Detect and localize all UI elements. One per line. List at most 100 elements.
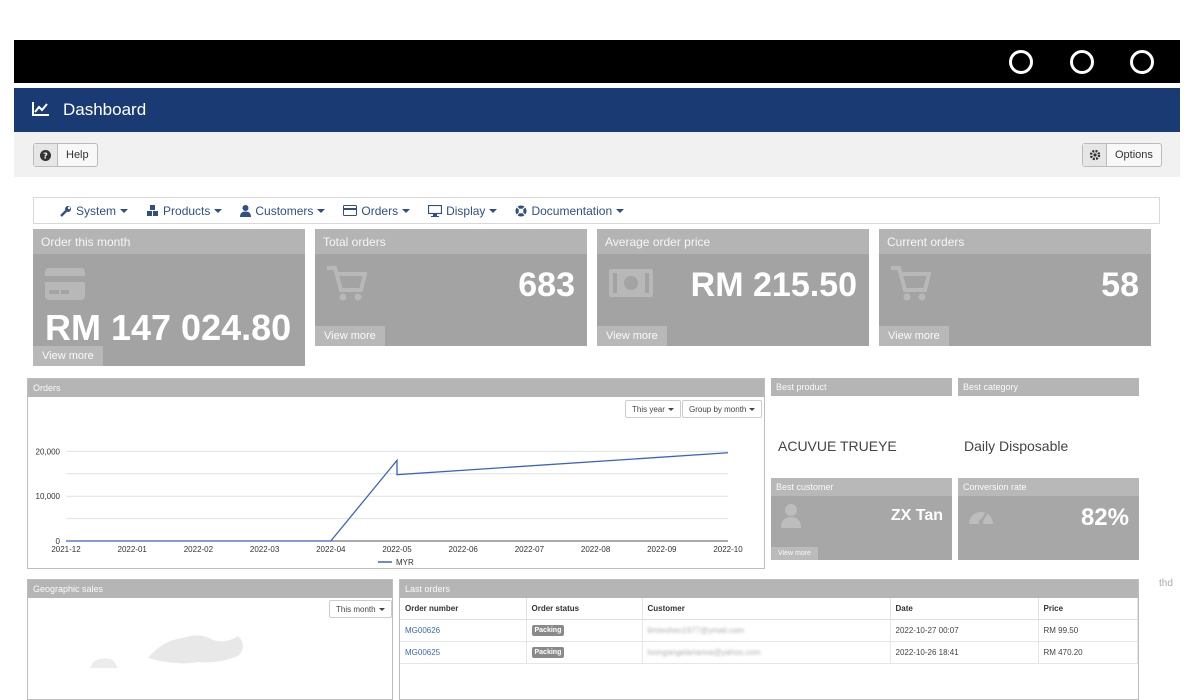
x-tick-label: 2022-09 <box>647 545 677 554</box>
table-row[interactable]: MG00626 Packing limteoheo1977@ymail.com … <box>400 619 1138 642</box>
side-fragment-text: thd <box>1159 578 1173 589</box>
help-label: Help <box>66 149 89 161</box>
conversion-rate-panel: Conversion rate 82% <box>958 478 1139 560</box>
stat-value: RM 215.50 <box>690 266 857 304</box>
column-header[interactable]: Price <box>1038 598 1138 620</box>
order-number-link[interactable]: MG00625 <box>405 648 440 657</box>
shopping-cart-icon <box>891 266 931 301</box>
order-date: 2022-10-26 18:41 <box>890 641 1039 664</box>
world-map <box>90 635 243 668</box>
window-top-bar <box>14 40 1180 83</box>
help-button[interactable]: ? Help <box>33 143 98 167</box>
stat-value: 58 <box>1101 266 1139 304</box>
x-tick-label: 2022-07 <box>515 545 545 554</box>
panel-title: Last orders <box>400 580 1138 598</box>
wrench-icon <box>60 205 71 217</box>
window-control-circle[interactable] <box>1070 50 1094 74</box>
dashboard-header: Dashboard <box>14 88 1180 132</box>
table-row[interactable]: MG00625 Packing loongangelarianna@yahoo.… <box>400 641 1138 664</box>
window-control-circle[interactable] <box>1130 50 1154 74</box>
nav-customers[interactable]: Customers <box>240 204 326 218</box>
tile-title: Order this month <box>33 229 305 254</box>
series-line <box>66 452 729 542</box>
order-date: 2022-10-27 00:07 <box>890 619 1039 642</box>
credit-card-icon <box>45 268 85 300</box>
tile-title: Average order price <box>597 229 869 254</box>
x-tick-label: 2022-02 <box>184 545 214 554</box>
status-badge: Packing <box>531 646 565 658</box>
gear-icon <box>1083 144 1107 166</box>
x-tick-label: 2021-12 <box>51 545 81 554</box>
user-icon <box>240 204 252 217</box>
x-tick-label: 2022-03 <box>250 545 280 554</box>
view-more-link[interactable]: View more <box>315 326 385 346</box>
best-category-panel: Best category Daily Disposable <box>958 378 1139 474</box>
best-category-value: Daily Disposable <box>964 438 1069 454</box>
nav-display[interactable]: Display <box>428 204 498 218</box>
tile-title: Total orders <box>315 229 587 254</box>
panel-title: Geographic sales <box>28 580 392 598</box>
order-price: RM 470.20 <box>1038 641 1138 664</box>
column-header[interactable]: Customer <box>642 598 891 620</box>
order-number-link[interactable]: MG00626 <box>405 626 440 635</box>
money-bill-icon <box>609 269 653 297</box>
best-product-value: ACUVUE TRUEYE <box>778 438 897 454</box>
stat-order-this-month: Order this month RM 147 024.80 View more <box>33 229 305 366</box>
nav-orders[interactable]: Orders <box>343 204 411 218</box>
cubes-icon <box>147 204 159 216</box>
column-header[interactable]: Date <box>890 598 1039 620</box>
life-ring-icon <box>515 205 527 216</box>
view-more-link[interactable]: View more <box>33 346 103 366</box>
panel-title: Conversion rate <box>958 478 1139 496</box>
shopping-cart-icon <box>327 266 367 301</box>
nav-system[interactable]: System <box>60 204 129 218</box>
window-control-circle[interactable] <box>1009 50 1033 74</box>
geo-range-select-button[interactable]: This month <box>329 600 392 618</box>
nav-documentation[interactable]: Documentation <box>515 204 625 218</box>
last-orders-table: Order number Order status Customer Date … <box>400 598 1138 664</box>
y-tick-label: 20,000 <box>36 447 61 456</box>
view-more-link[interactable]: View more <box>597 326 667 346</box>
x-tick-label: 2022-05 <box>382 545 412 554</box>
column-header[interactable]: Order status <box>526 598 643 620</box>
options-button[interactable]: Options <box>1082 143 1162 167</box>
desktop-icon <box>428 204 443 217</box>
line-chart-icon <box>32 102 49 116</box>
view-more-link[interactable]: View more <box>771 547 818 560</box>
orders-panel: Orders This year Group by month 0 10,000 2… <box>27 378 765 569</box>
x-tick-label: 2022-08 <box>581 545 611 554</box>
credit-card-icon <box>343 205 358 216</box>
tile-title: Current orders <box>879 229 1151 254</box>
page-title: Dashboard <box>63 100 147 119</box>
customer-email: limteoheo1977@ymail.com <box>647 625 745 635</box>
options-label: Options <box>1115 149 1153 161</box>
stat-current-orders: Current orders 58 View more <box>879 229 1151 346</box>
panel-title: Best customer <box>771 478 952 496</box>
stat-total-orders: Total orders 683 View more <box>315 229 587 346</box>
orders-line-chart: 010,00020,0002021-12 2022-01 2022-02 2022-0… <box>36 447 744 567</box>
nav-products[interactable]: Products <box>146 204 223 218</box>
stat-value: 683 <box>518 266 575 304</box>
geographic-sales-panel: Geographic sales This month <box>27 579 393 700</box>
order-price: RM 99.50 <box>1038 619 1138 642</box>
user-icon <box>781 504 801 528</box>
page-toolbar: ? Help Options <box>14 132 1180 177</box>
x-tick-label: 2022-01 <box>118 545 148 554</box>
range-select-button[interactable]: This year <box>625 400 681 418</box>
group-select-button[interactable]: Group by month <box>682 400 763 418</box>
gauge-icon <box>969 511 993 525</box>
best-customer-panel: Best customer ZX Tan View more <box>771 478 952 560</box>
status-badge: Packing <box>531 624 565 636</box>
main-nav-menu: System Products Customers Orders Display… <box>33 197 1160 224</box>
last-orders-panel: Last orders Order number Order status Cu… <box>399 579 1139 700</box>
view-more-link[interactable]: View more <box>879 326 949 346</box>
panel-title: Best category <box>958 378 1139 396</box>
x-tick-label: 2022-04 <box>316 545 346 554</box>
column-header[interactable]: Order number <box>400 598 527 620</box>
best-product-panel: Best product ACUVUE TRUEYE <box>771 378 952 474</box>
x-tick-label: 2022-06 <box>449 545 479 554</box>
stat-average-order-price: Average order price RM 215.50 View more <box>597 229 869 346</box>
conversion-rate-value: 82% <box>1080 504 1129 531</box>
best-customer-value: ZX Tan <box>890 507 943 524</box>
panel-title: Best product <box>771 378 952 396</box>
